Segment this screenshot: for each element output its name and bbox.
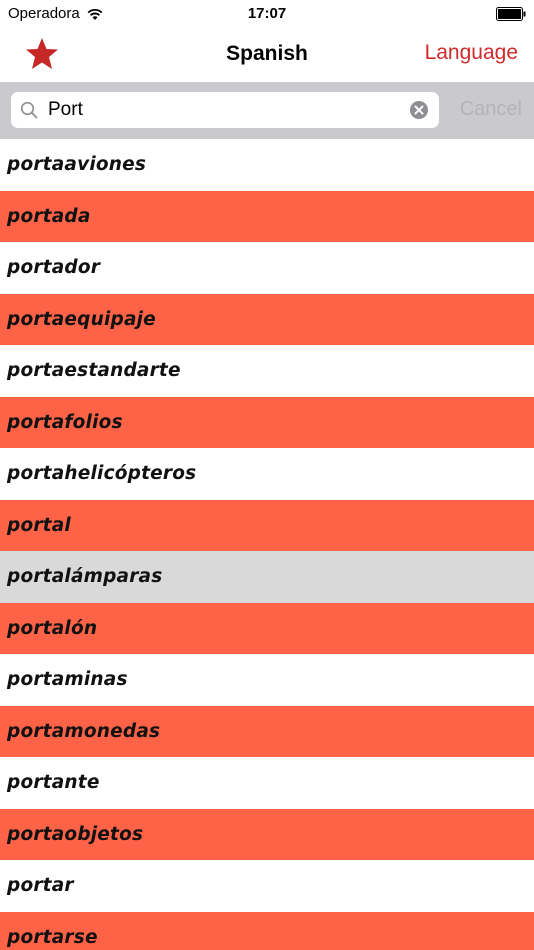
- list-item-label: portalámparas: [7, 566, 163, 588]
- list-item[interactable]: portaminas: [0, 654, 534, 706]
- language-button[interactable]: Language: [425, 41, 518, 65]
- word-list: portaaviones portada portador portaequip…: [0, 139, 534, 950]
- list-item[interactable]: portafolios: [0, 396, 534, 448]
- list-item[interactable]: portador: [0, 242, 534, 294]
- list-item-label: portamonedas: [7, 720, 161, 742]
- clear-icon[interactable]: [409, 100, 429, 120]
- list-item-label: portaminas: [7, 669, 128, 691]
- list-item[interactable]: portante: [0, 757, 534, 809]
- list-item-label: portar: [7, 875, 74, 897]
- list-item-label: portarse: [7, 926, 98, 948]
- list-item[interactable]: portaaviones: [0, 139, 534, 191]
- battery-icon: [496, 7, 526, 21]
- search-query[interactable]: Port: [48, 99, 83, 121]
- search-input[interactable]: Port: [11, 92, 439, 128]
- list-item[interactable]: portar: [0, 860, 534, 912]
- list-item[interactable]: portaequipaje: [0, 293, 534, 345]
- cancel-button[interactable]: Cancel: [460, 98, 522, 121]
- list-item[interactable]: portada: [0, 190, 534, 242]
- nav-bar: Spanish Language: [0, 28, 534, 82]
- list-item-label: portalón: [7, 617, 98, 639]
- list-item[interactable]: portal: [0, 499, 534, 551]
- list-item-label: portahelicópteros: [7, 463, 197, 485]
- list-item[interactable]: portalón: [0, 602, 534, 654]
- status-bar: Operadora 17:07: [0, 0, 534, 28]
- list-item-label: portal: [7, 514, 71, 536]
- list-item-label: portaestandarte: [7, 360, 181, 382]
- list-item[interactable]: portamonedas: [0, 705, 534, 757]
- list-item-label: portador: [7, 257, 101, 279]
- status-time: 17:07: [247, 5, 287, 22]
- search-icon: [20, 101, 38, 119]
- search-bar: Port Cancel: [0, 82, 534, 139]
- list-item[interactable]: portalámparas: [0, 551, 534, 603]
- list-item-label: portaobjetos: [7, 823, 144, 845]
- list-item[interactable]: portarse: [0, 911, 534, 950]
- list-item-label: portada: [7, 205, 91, 227]
- list-item-label: portaaviones: [7, 154, 147, 176]
- list-item[interactable]: portahelicópteros: [0, 448, 534, 500]
- list-item-label: portante: [7, 772, 100, 794]
- list-item-label: portaequipaje: [7, 308, 156, 330]
- list-item[interactable]: portaobjetos: [0, 808, 534, 860]
- list-item-label: portafolios: [7, 411, 123, 433]
- list-item[interactable]: portaestandarte: [0, 345, 534, 397]
